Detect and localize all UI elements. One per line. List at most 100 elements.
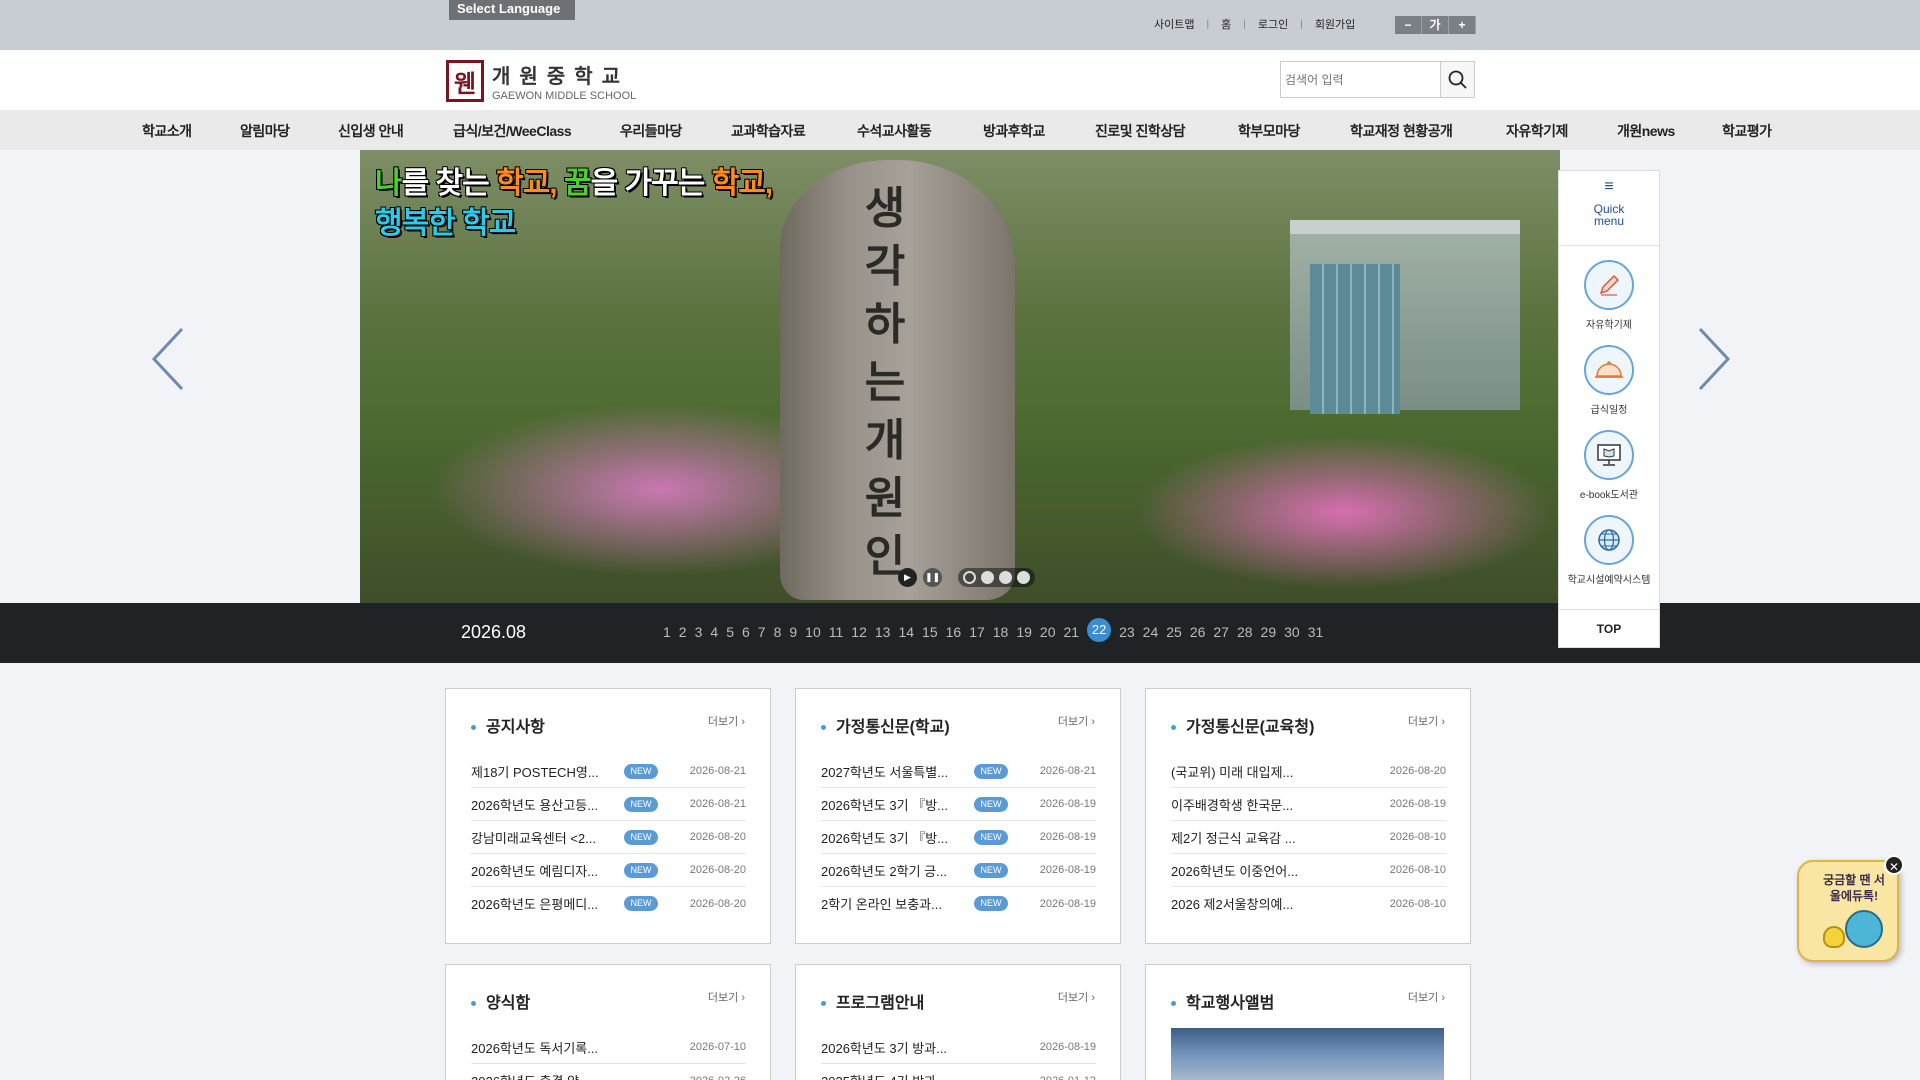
list-item[interactable]: 이주배경학생 한국문... 2026-08-19 — [1171, 788, 1446, 821]
font-decrease-button[interactable]: − — [1395, 16, 1422, 34]
list-item[interactable]: 2026학년도 3기 『방... NEW 2026-08-19 — [821, 821, 1096, 854]
quick-menu-header[interactable]: ≡ Quick menu — [1559, 171, 1659, 246]
calendar-day[interactable]: 23 — [1119, 624, 1135, 640]
calendar-day[interactable]: 15 — [922, 624, 938, 640]
list-item-title[interactable]: 2026학년도 은평메디... — [471, 894, 621, 913]
list-item-title[interactable]: 2026학년도 2학기 긍... — [821, 861, 971, 880]
list-item-title[interactable]: 2026 제2서울창의예... — [1171, 894, 1321, 913]
edutalk-floating-banner[interactable]: 궁금할 땐 서울에듀톡! — [1797, 860, 1899, 962]
calendar-day[interactable]: 24 — [1143, 624, 1159, 640]
nav-item-evaluation[interactable]: 학교평가 — [1722, 121, 1772, 141]
list-item[interactable]: 제18기 POSTECH영... NEW 2026-08-21 — [471, 755, 746, 788]
quick-item-free-semester[interactable]: 자유학기제 — [1559, 260, 1659, 331]
more-link[interactable]: 더보기 › — [1058, 989, 1095, 1005]
search-button[interactable] — [1440, 62, 1474, 97]
list-item[interactable]: 2학기 온라인 보충과... NEW 2026-08-19 — [821, 887, 1096, 920]
list-item[interactable]: 2026학년도 3기 『방... NEW 2026-08-19 — [821, 788, 1096, 821]
more-link[interactable]: 더보기 › — [1408, 989, 1445, 1005]
nav-item-about[interactable]: 학교소개 — [142, 121, 192, 141]
scroll-top-button[interactable]: TOP — [1559, 609, 1659, 647]
list-item-title[interactable]: 2026학년도 3기 방과... — [821, 1038, 971, 1057]
calendar-day[interactable]: 17 — [969, 624, 985, 640]
pause-button[interactable]: ❚❚ — [923, 568, 942, 587]
list-item-title[interactable]: 2026학년도 이중언어... — [1171, 861, 1321, 880]
calendar-day[interactable]: 30 — [1284, 624, 1300, 640]
quick-item-meal[interactable]: 급식일정 — [1559, 345, 1659, 416]
signup-link[interactable]: 회원가입 — [1315, 16, 1355, 32]
calendar-day[interactable]: 3 — [695, 624, 703, 640]
quick-item-ebook[interactable]: e-book도서관 — [1559, 430, 1659, 501]
list-item[interactable]: 2026학년도 예림디자... NEW 2026-08-20 — [471, 854, 746, 887]
list-item[interactable]: 강남미래교육센터 <2... NEW 2026-08-20 — [471, 821, 746, 854]
calendar-day[interactable]: 20 — [1040, 624, 1056, 640]
slide-dot[interactable] — [1017, 571, 1030, 584]
calendar-day[interactable]: 6 — [742, 624, 750, 640]
album-thumbnail[interactable] — [1171, 1028, 1444, 1080]
calendar-day[interactable]: 21 — [1064, 624, 1080, 640]
calendar-day[interactable]: 5 — [726, 624, 734, 640]
more-link[interactable]: 더보기 › — [708, 713, 745, 729]
calendar-day[interactable]: 28 — [1237, 624, 1253, 640]
nav-item-news[interactable]: 개원news — [1617, 121, 1675, 141]
more-link[interactable]: 더보기 › — [708, 989, 745, 1005]
slider-next-arrow[interactable] — [1692, 325, 1732, 393]
play-button[interactable]: ▶ — [898, 568, 917, 587]
calendar-day-today[interactable]: 22 — [1087, 618, 1112, 642]
slider-prev-arrow[interactable] — [150, 325, 190, 393]
list-item-title[interactable]: 2학기 온라인 보충과... — [821, 894, 971, 913]
nav-item-admission[interactable]: 신입생 안내 — [338, 121, 404, 141]
slide-dot[interactable] — [963, 571, 976, 584]
calendar-day[interactable]: 8 — [774, 624, 782, 640]
calendar-day[interactable]: 14 — [898, 624, 914, 640]
sitemap-link[interactable]: 사이트맵 — [1154, 16, 1194, 32]
search-input[interactable] — [1281, 62, 1440, 97]
font-increase-button[interactable]: + — [1449, 16, 1476, 34]
login-link[interactable]: 로그인 — [1258, 16, 1288, 32]
home-link[interactable]: 홈 — [1221, 16, 1231, 32]
slide-dot[interactable] — [999, 571, 1012, 584]
list-item[interactable]: 2026학년도 용산고등... NEW 2026-08-21 — [471, 788, 746, 821]
nav-item-free-semester[interactable]: 자유학기제 — [1506, 121, 1568, 141]
list-item-title[interactable]: 제2기 정근식 교육감 ... — [1171, 828, 1321, 847]
list-item-title[interactable]: 이주배경학생 한국문... — [1171, 795, 1321, 814]
nav-item-materials[interactable]: 교과학습자료 — [731, 121, 806, 141]
list-item[interactable]: 2026 제2서울창의예... 2026-08-10 — [1171, 887, 1446, 920]
list-item[interactable]: 2025학년도 4기 방과... 2026-01-12 — [821, 1064, 1096, 1080]
list-item-title[interactable]: (국교위) 미래 대입제... — [1171, 762, 1321, 781]
list-item-title[interactable]: 2026학년도 3기 『방... — [821, 795, 971, 814]
list-item[interactable]: 2026학년도 이중언어... 2026-08-10 — [1171, 854, 1446, 887]
font-default-button[interactable]: 가 — [1422, 16, 1449, 34]
list-item[interactable]: 제2기 정근식 교육감 ... 2026-08-10 — [1171, 821, 1446, 854]
calendar-day[interactable]: 9 — [789, 624, 797, 640]
more-link[interactable]: 더보기 › — [1408, 713, 1445, 729]
nav-item-after-school[interactable]: 방과후학교 — [983, 121, 1045, 141]
nav-item-students[interactable]: 우리들마당 — [620, 121, 682, 141]
nav-item-notice[interactable]: 알림마당 — [240, 121, 290, 141]
calendar-day[interactable]: 19 — [1016, 624, 1032, 640]
calendar-day[interactable]: 1 — [663, 624, 671, 640]
nav-item-career[interactable]: 진로및 진학상담 — [1095, 121, 1186, 141]
calendar-day[interactable]: 7 — [758, 624, 766, 640]
nav-item-head-teacher[interactable]: 수석교사활동 — [857, 121, 932, 141]
more-link[interactable]: 더보기 › — [1058, 713, 1095, 729]
calendar-day[interactable]: 11 — [829, 624, 844, 640]
calendar-day[interactable]: 29 — [1261, 624, 1277, 640]
calendar-day[interactable]: 13 — [875, 624, 891, 640]
calendar-day[interactable]: 10 — [805, 624, 821, 640]
list-item-title[interactable]: 2027학년도 서울특별... — [821, 762, 971, 781]
calendar-day[interactable]: 31 — [1308, 624, 1324, 640]
list-item[interactable]: 2026학년도 독서기록... 2026-07-10 — [471, 1031, 746, 1064]
list-item-title[interactable]: 2026학년도 용산고등... — [471, 795, 621, 814]
list-item-title[interactable]: 2026학년도 3기 『방... — [821, 828, 971, 847]
calendar-day[interactable]: 25 — [1166, 624, 1182, 640]
school-logo[interactable]: 웬 개원중학교 GAEWON MIDDLE SCHOOL — [446, 60, 636, 102]
list-item-title[interactable]: 2026학년도 출결 양... — [471, 1071, 621, 1080]
list-item-title[interactable]: 2026학년도 독서기록... — [471, 1038, 621, 1057]
calendar-day[interactable]: 4 — [710, 624, 718, 640]
calendar-day[interactable]: 16 — [946, 624, 962, 640]
close-icon[interactable]: ✕ — [1884, 855, 1904, 875]
calendar-day[interactable]: 26 — [1190, 624, 1206, 640]
calendar-day[interactable]: 18 — [993, 624, 1009, 640]
calendar-day[interactable]: 12 — [851, 624, 867, 640]
calendar-day[interactable]: 27 — [1213, 624, 1229, 640]
